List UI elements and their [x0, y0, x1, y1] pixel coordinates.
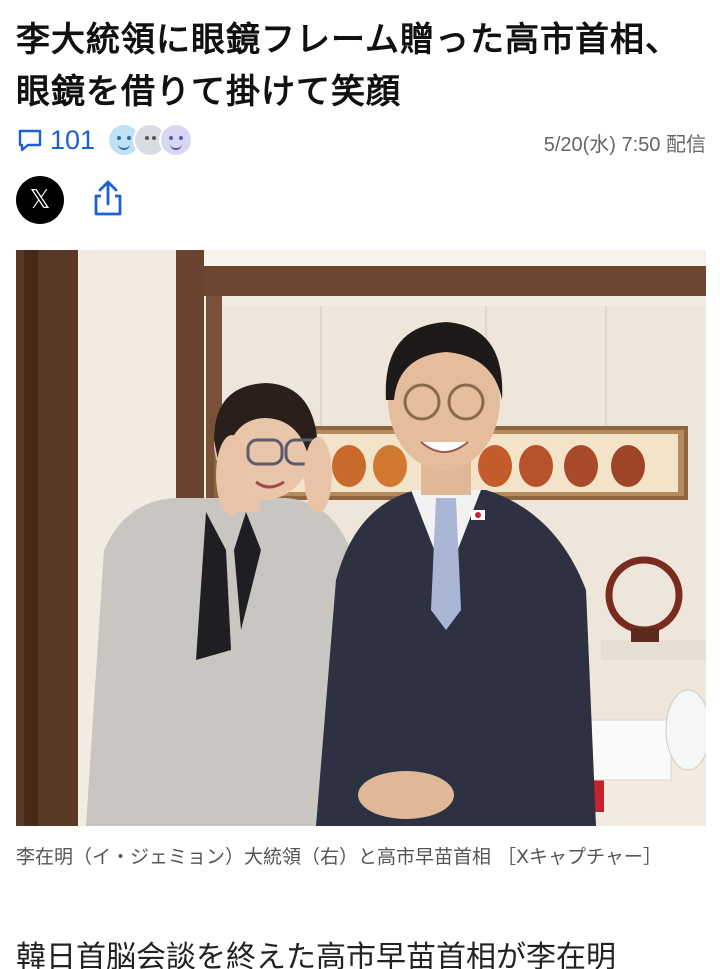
publish-date: 5/20(水) 7:50 配信	[543, 134, 706, 156]
article-headline: 李大統領に眼鏡フレーム贈った高市首相、眼鏡を借りて掛けて笑顔	[16, 20, 680, 112]
photo-illustration	[16, 250, 706, 826]
article-body-first-line: 韓日首脳会談を終えた高市早苗首相が李在明	[16, 940, 616, 969]
x-share-button[interactable]: 𝕏	[16, 176, 64, 224]
share-icon	[91, 178, 125, 222]
comment-icon	[16, 126, 44, 154]
photo-caption: 李在明（イ・ジェミョン）大統領（右）と高市早苗首相 ［Xキャプチャー］	[16, 846, 662, 868]
share-row: 𝕏	[16, 176, 128, 224]
comment-count: 101	[50, 124, 96, 155]
reaction-face-icon	[159, 123, 194, 157]
reaction-avatars[interactable]	[107, 123, 194, 157]
article-photo[interactable]	[16, 250, 706, 826]
article-meta: 101 5/20(水) 7:50 配信	[16, 120, 706, 160]
share-button[interactable]	[88, 176, 128, 224]
article-page: 李大統領に眼鏡フレーム贈った高市首相、眼鏡を借りて掛けて笑顔 101 5/20(…	[0, 0, 720, 969]
comments-button[interactable]: 101	[16, 120, 194, 160]
x-logo-icon: 𝕏	[29, 185, 51, 215]
